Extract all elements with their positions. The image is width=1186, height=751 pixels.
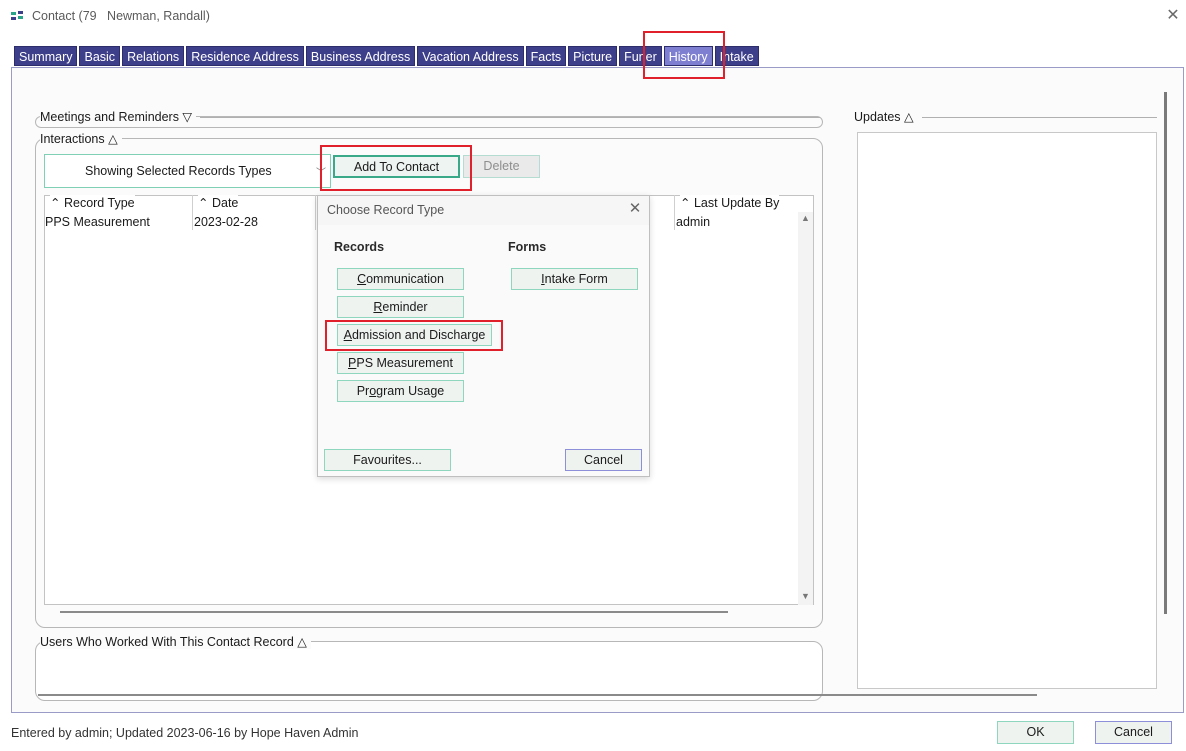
filter-value: Showing Selected Records Types	[85, 164, 272, 178]
program-usage-button[interactable]: Program Usage	[337, 380, 464, 402]
cancel-button[interactable]: Cancel	[1095, 721, 1172, 744]
interactions-section-label[interactable]: Interactions △	[40, 131, 122, 146]
communication-button[interactable]: Communication	[337, 268, 464, 290]
column-divider	[674, 195, 675, 230]
pps-measurement-button[interactable]: PPS Measurement	[337, 352, 464, 374]
cell-date[interactable]: 2023-02-28	[194, 214, 258, 230]
meetings-rule	[200, 117, 820, 118]
dialog-body	[318, 225, 649, 476]
records-heading: Records	[334, 240, 385, 254]
tab-vacation-address[interactable]: Vacation Address	[417, 46, 524, 66]
updates-section-label[interactable]: Updates △	[854, 109, 918, 124]
sort-up-icon: ⌃	[680, 196, 691, 210]
tab-picture[interactable]: Picture	[568, 46, 618, 66]
ok-button[interactable]: OK	[997, 721, 1074, 744]
forms-heading: Forms	[508, 240, 547, 254]
tab-history[interactable]: History	[663, 46, 713, 66]
scroll-down-icon[interactable]: ▼	[801, 591, 810, 601]
tab-residence-address[interactable]: Residence Address	[186, 46, 304, 66]
sort-up-icon: ⌃	[50, 196, 61, 210]
cell-last-update-by[interactable]: admin	[676, 214, 710, 230]
status-text: Entered by admin; Updated 2023-06-16 by …	[11, 726, 359, 740]
updates-area	[857, 132, 1157, 689]
favourites-button[interactable]: Favourites...	[324, 449, 451, 471]
tab-facts[interactable]: Facts	[525, 46, 567, 66]
tab-relations[interactable]: Relations	[122, 46, 185, 66]
updates-rule	[922, 117, 1157, 118]
column-divider	[192, 195, 193, 230]
admission-and-discharge-button[interactable]: Admission and Discharge	[337, 324, 492, 346]
vertical-scrollbar[interactable]	[798, 212, 813, 605]
horizontal-scrollbar[interactable]	[38, 694, 1037, 696]
column-divider	[315, 195, 316, 230]
cell-record-type[interactable]: PPS Measurement	[45, 214, 150, 230]
reminder-button[interactable]: Reminder	[337, 296, 464, 318]
tab-strip: Summary Basic Relations Residence Address Bu…	[14, 46, 759, 66]
column-header-last-update-by[interactable]: ⌃ Last Update By	[680, 195, 780, 212]
column-header-record-type[interactable]: ⌃ Record Type	[50, 195, 135, 212]
tab-business-address[interactable]: Business Address	[305, 46, 416, 66]
dialog-title: Choose Record Type	[327, 203, 445, 217]
column-header-date[interactable]: ⌃ Date	[198, 195, 239, 212]
tab-intake[interactable]: Intake	[714, 46, 759, 66]
window-title: Contact (79 Newman, Randall)	[32, 9, 210, 23]
tab-summary[interactable]: Summary	[14, 46, 78, 66]
close-icon[interactable]: ✕	[1164, 7, 1182, 25]
close-icon[interactable]: ✕	[626, 200, 644, 218]
add-to-contact-button[interactable]: Add To Contact	[333, 155, 460, 178]
scroll-up-icon[interactable]: ▲	[801, 213, 810, 223]
users-section-label[interactable]: Users Who Worked With This Contact Recor…	[40, 634, 311, 649]
chevron-down-icon[interactable]: ﹀	[316, 164, 326, 179]
tab-basic[interactable]: Basic	[79, 46, 121, 66]
vertical-scrollbar[interactable]	[1164, 92, 1167, 614]
users-group	[35, 641, 823, 701]
delete-button[interactable]: Delete	[463, 155, 540, 178]
tab-funer[interactable]: Funer	[619, 46, 662, 66]
sort-up-icon: ⌃	[198, 196, 209, 210]
app-logo-icon	[10, 9, 24, 23]
horizontal-scrollbar[interactable]	[60, 611, 728, 613]
dialog-cancel-button[interactable]: Cancel	[565, 449, 642, 471]
intake-form-button[interactable]: Intake Form	[511, 268, 638, 290]
meetings-section-label[interactable]: Meetings and Reminders ▽	[40, 109, 197, 124]
